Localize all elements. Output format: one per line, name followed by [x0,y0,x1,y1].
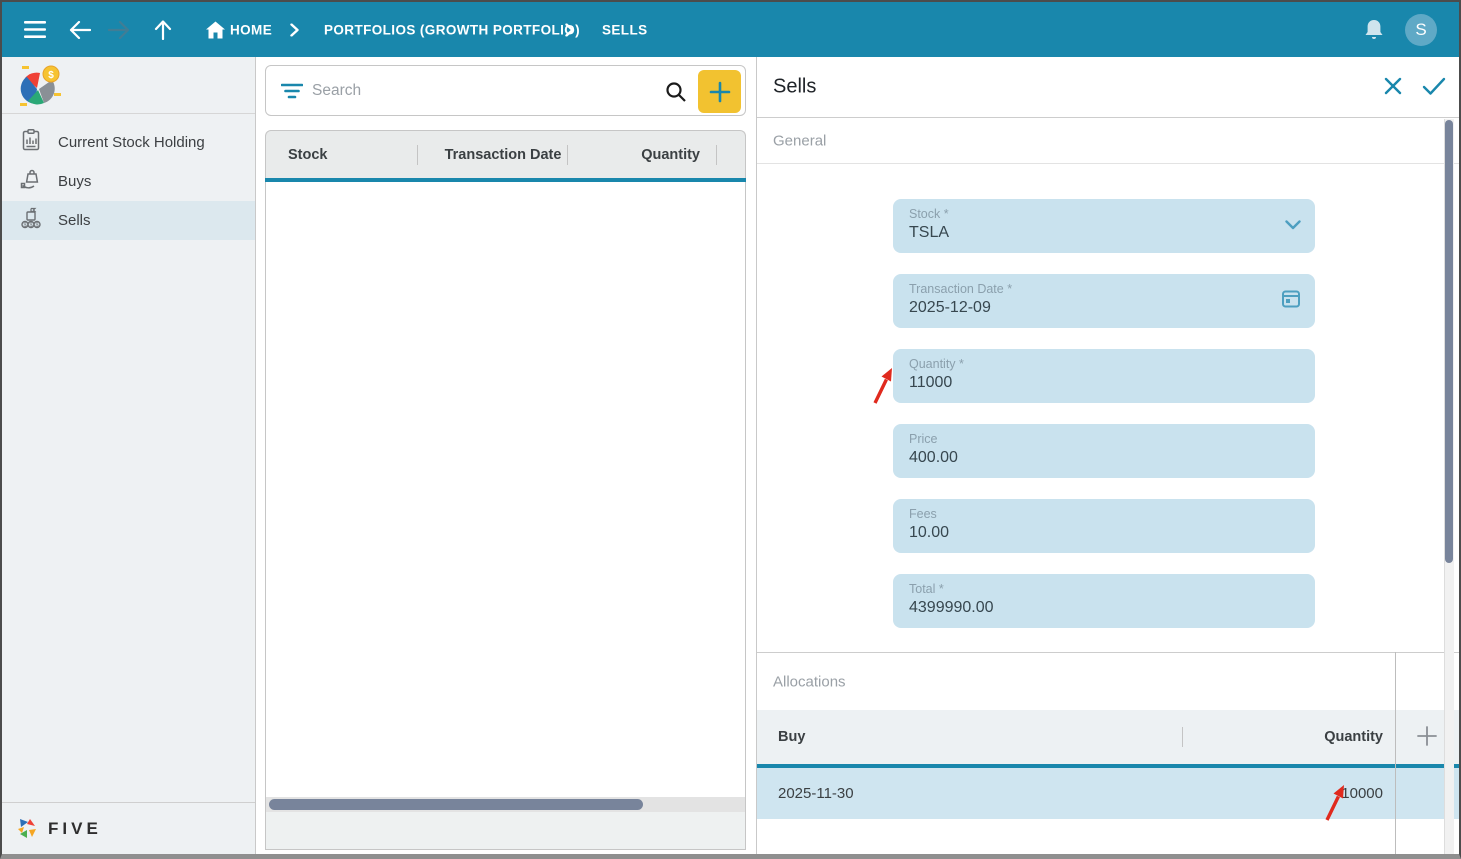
five-wordmark: FIVE [48,818,102,838]
quantity-field-label: Quantity * [909,357,964,371]
home-icon[interactable] [206,21,225,38]
sidebar: $ Current Stock Holding Buys $ $ $ Sells… [2,57,256,854]
column-separator[interactable] [417,145,418,165]
column-header-transaction-date[interactable]: Transaction Date [438,131,568,179]
forward-button[interactable] [108,20,130,39]
price-field[interactable]: Price 400.00 [893,424,1315,478]
allocation-row-selected[interactable]: 2025-11-30 10000 [757,768,1459,819]
search-input[interactable] [312,72,612,110]
transaction-date-field[interactable]: Transaction Date * 2025-12-09 [893,274,1315,328]
column-header-quantity[interactable]: Quantity [596,131,700,179]
sells-detail-panel: Sells General Stock * TSLA Transaction D… [756,57,1459,854]
calendar-icon[interactable] [1281,289,1301,314]
sells-table: Stock Transaction Date Quantity [265,130,746,850]
general-section-label: General [773,132,827,149]
breadcrumb-sells: SELLS [602,22,648,37]
breadcrumb-portfolios[interactable]: PORTFOLIOS (GROWTH PORTFOLIO) [324,22,580,37]
vertical-scrollbar-thumb[interactable] [1445,120,1453,563]
sidebar-item-label: Sells [58,212,91,229]
total-field-value[interactable]: 4399990.00 [909,599,1299,617]
quantity-field[interactable]: Quantity * 11000 [893,349,1315,403]
general-form: Stock * TSLA Transaction Date * 2025-12-… [757,199,1459,628]
svg-text:$: $ [35,223,38,229]
breadcrumb-chevron-icon [565,23,574,36]
table-footer-strip [265,812,746,850]
sidebar-item-label: Buys [58,173,92,190]
sidebar-nav: Current Stock Holding Buys $ $ $ Sells [2,114,255,240]
hamburger-menu-icon[interactable] [24,20,46,39]
chevron-down-icon[interactable] [1285,217,1301,235]
fees-field-label: Fees [909,507,937,521]
svg-text:$: $ [29,223,32,229]
add-allocation-button[interactable] [1416,725,1438,752]
save-button[interactable] [1422,76,1446,101]
buys-hand-bag-icon [19,167,43,196]
app-window: HOME PORTFOLIOS (GROWTH PORTFOLIO) SELLS… [0,0,1461,859]
sells-list-panel: Stock Transaction Date Quantity [256,57,749,854]
transaction-date-field-label: Transaction Date * [909,282,1013,296]
price-field-value[interactable]: 400.00 [909,449,1299,467]
allocations-column-buy[interactable]: Buy [778,710,805,764]
column-separator[interactable] [1182,727,1183,747]
sidebar-item-sells[interactable]: $ $ $ Sells [2,201,255,240]
sells-table-body-empty [265,182,746,797]
breadcrumb-chevron-icon [290,23,299,36]
allocations-column-divider [1395,652,1396,854]
price-field-label: Price [909,432,938,446]
sells-table-header: Stock Transaction Date Quantity [265,130,746,178]
fees-field-value[interactable]: 10.00 [909,524,1299,542]
topbar: HOME PORTFOLIOS (GROWTH PORTFOLIO) SELLS… [2,2,1459,57]
allocations-column-quantity[interactable]: Quantity [1227,710,1383,764]
allocation-quantity[interactable]: 10000 [1227,768,1383,819]
app-logo: $ [2,57,255,114]
sidebar-item-current-stock-holding[interactable]: Current Stock Holding [2,123,255,162]
sells-money-icon: $ $ $ [19,206,43,235]
pie-chart-logo-icon: $ [20,65,61,106]
fees-field[interactable]: Fees 10.00 [893,499,1315,553]
five-pinwheel-icon [18,818,36,838]
total-field-label: Total * [909,582,944,596]
svg-text:$: $ [48,70,54,81]
detail-header: Sells [757,57,1459,118]
quantity-field-value[interactable]: 11000 [909,374,1299,392]
stock-field-value[interactable]: TSLA [909,224,1299,242]
general-section-header: General [757,118,1459,164]
breadcrumb-home[interactable]: HOME [230,22,272,37]
svg-text:$: $ [23,223,26,229]
filter-icon[interactable] [280,82,304,105]
stock-field-label: Stock * [909,207,949,221]
search-icon[interactable] [664,80,688,109]
allocations-section-header: Allocations [757,653,1459,710]
horizontal-scrollbar-thumb[interactable] [269,799,643,810]
sidebar-item-buys[interactable]: Buys [2,162,255,201]
add-record-button[interactable] [698,70,741,113]
back-button[interactable] [69,20,91,39]
notifications-bell-icon[interactable] [1364,19,1384,41]
sidebar-item-label: Current Stock Holding [58,134,205,151]
five-brand-footer: FIVE [2,802,255,854]
total-field[interactable]: Total * 4399990.00 [893,574,1315,628]
allocation-buy-date[interactable]: 2025-11-30 [778,768,854,819]
column-separator[interactable] [567,145,568,165]
page-title: Sells [773,75,817,98]
search-bar [265,65,746,116]
avatar[interactable]: S [1405,14,1437,46]
cancel-button[interactable] [1383,76,1403,101]
column-header-stock[interactable]: Stock [288,131,328,179]
horizontal-scrollbar[interactable] [265,797,746,812]
allocations-table-header: Buy Quantity [757,710,1459,764]
transaction-date-field-value[interactable]: 2025-12-09 [909,299,1299,317]
up-button[interactable] [154,19,172,40]
allocations-section-label: Allocations [773,673,846,690]
column-separator[interactable] [716,145,717,165]
stock-field[interactable]: Stock * TSLA [893,199,1315,253]
stock-holding-report-icon [19,128,43,157]
